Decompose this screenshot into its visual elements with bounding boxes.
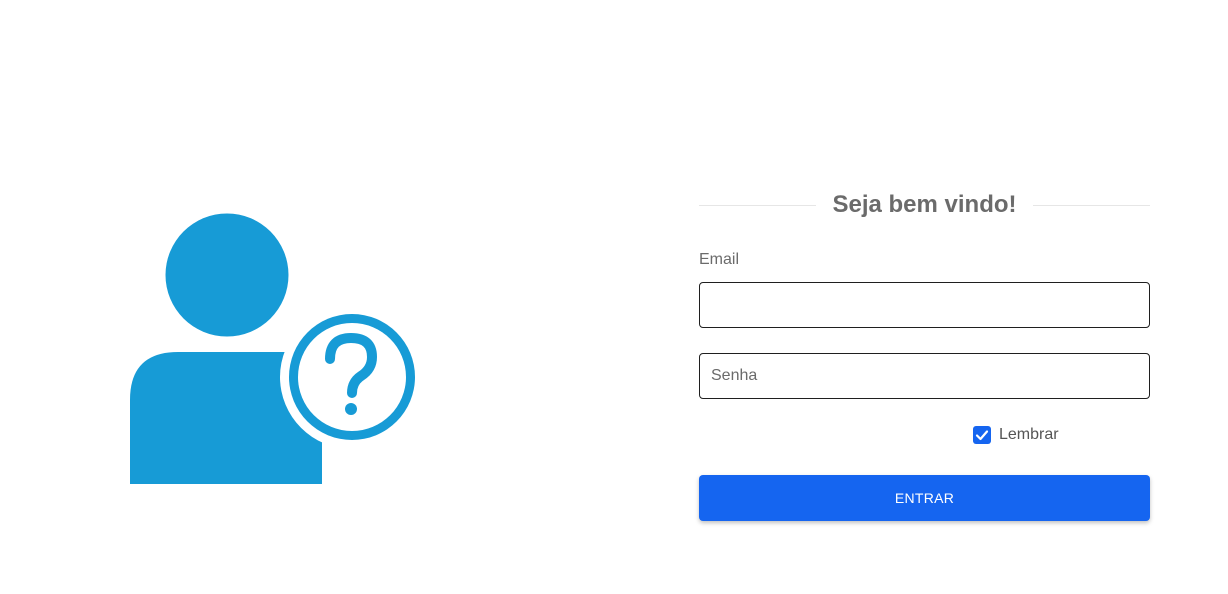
login-form: Seja bem vindo! Email Lembrar ENTRAR — [699, 187, 1151, 521]
heading-divider-right — [1032, 204, 1151, 206]
password-field[interactable] — [699, 353, 1150, 399]
page-title: Seja bem vindo! — [832, 191, 1017, 218]
remember-label: Lembrar — [999, 426, 1059, 443]
submit-button[interactable]: ENTRAR — [699, 475, 1150, 521]
checkmark-icon — [975, 430, 989, 441]
user-question-icon — [130, 213, 424, 485]
email-field[interactable] — [699, 282, 1150, 328]
remember-checkbox[interactable] — [973, 426, 991, 444]
heading-divider-left — [699, 204, 817, 206]
welcome-heading: Seja bem vindo! — [699, 187, 1151, 223]
remember-checkbox-row[interactable]: Lembrar — [973, 426, 1059, 444]
login-page: Seja bem vindo! Email Lembrar ENTRAR — [0, 0, 1228, 594]
email-label: Email — [699, 251, 740, 268]
